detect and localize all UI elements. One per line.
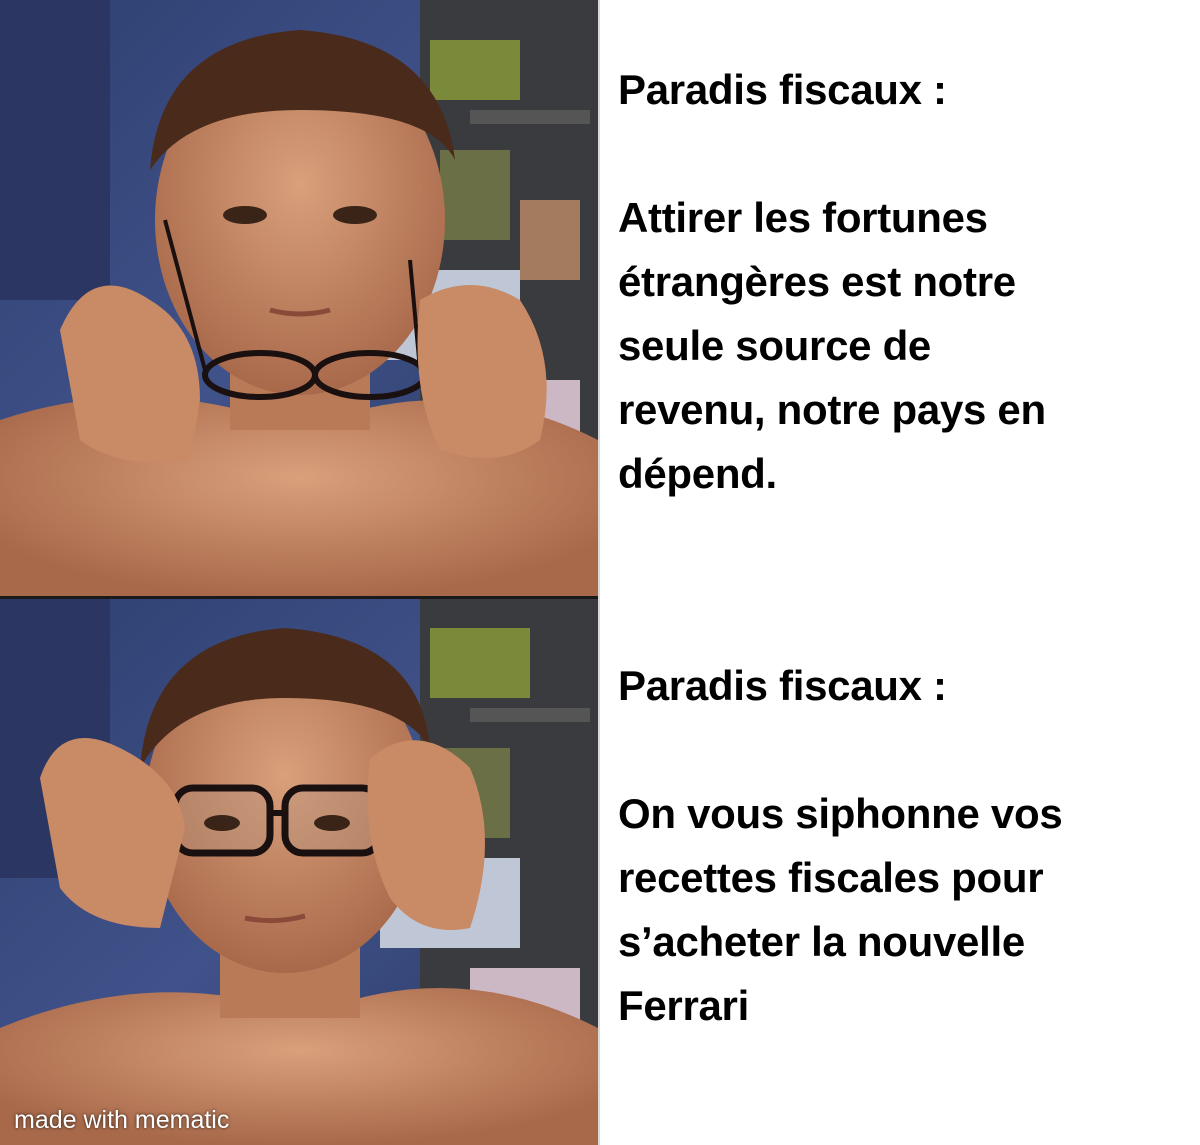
photo-glasses-on <box>0 598 598 1145</box>
photo-glasses-on-illustration <box>0 598 598 1145</box>
photo-glasses-off <box>0 0 598 598</box>
watermark: made with mematic <box>14 1106 230 1134</box>
caption-bottom-heading: Paradis fiscaux : <box>618 662 947 709</box>
photo-glasses-off-illustration <box>0 0 598 598</box>
meme: Paradis fiscaux : Attirer les fortunes é… <box>0 0 1200 1145</box>
caption-top: Paradis fiscaux : Attirer les fortunes é… <box>618 58 1188 506</box>
caption-top-body: Attirer les fortunes étrangères est notr… <box>618 194 1046 497</box>
column-divider <box>598 0 600 1145</box>
caption-bottom-body: On vous siphonne vos recettes fiscales p… <box>618 790 1063 1029</box>
caption-top-heading: Paradis fiscaux : <box>618 66 947 113</box>
panel-divider <box>0 596 600 599</box>
caption-bottom: Paradis fiscaux : On vous siphonne vos r… <box>618 654 1188 1038</box>
